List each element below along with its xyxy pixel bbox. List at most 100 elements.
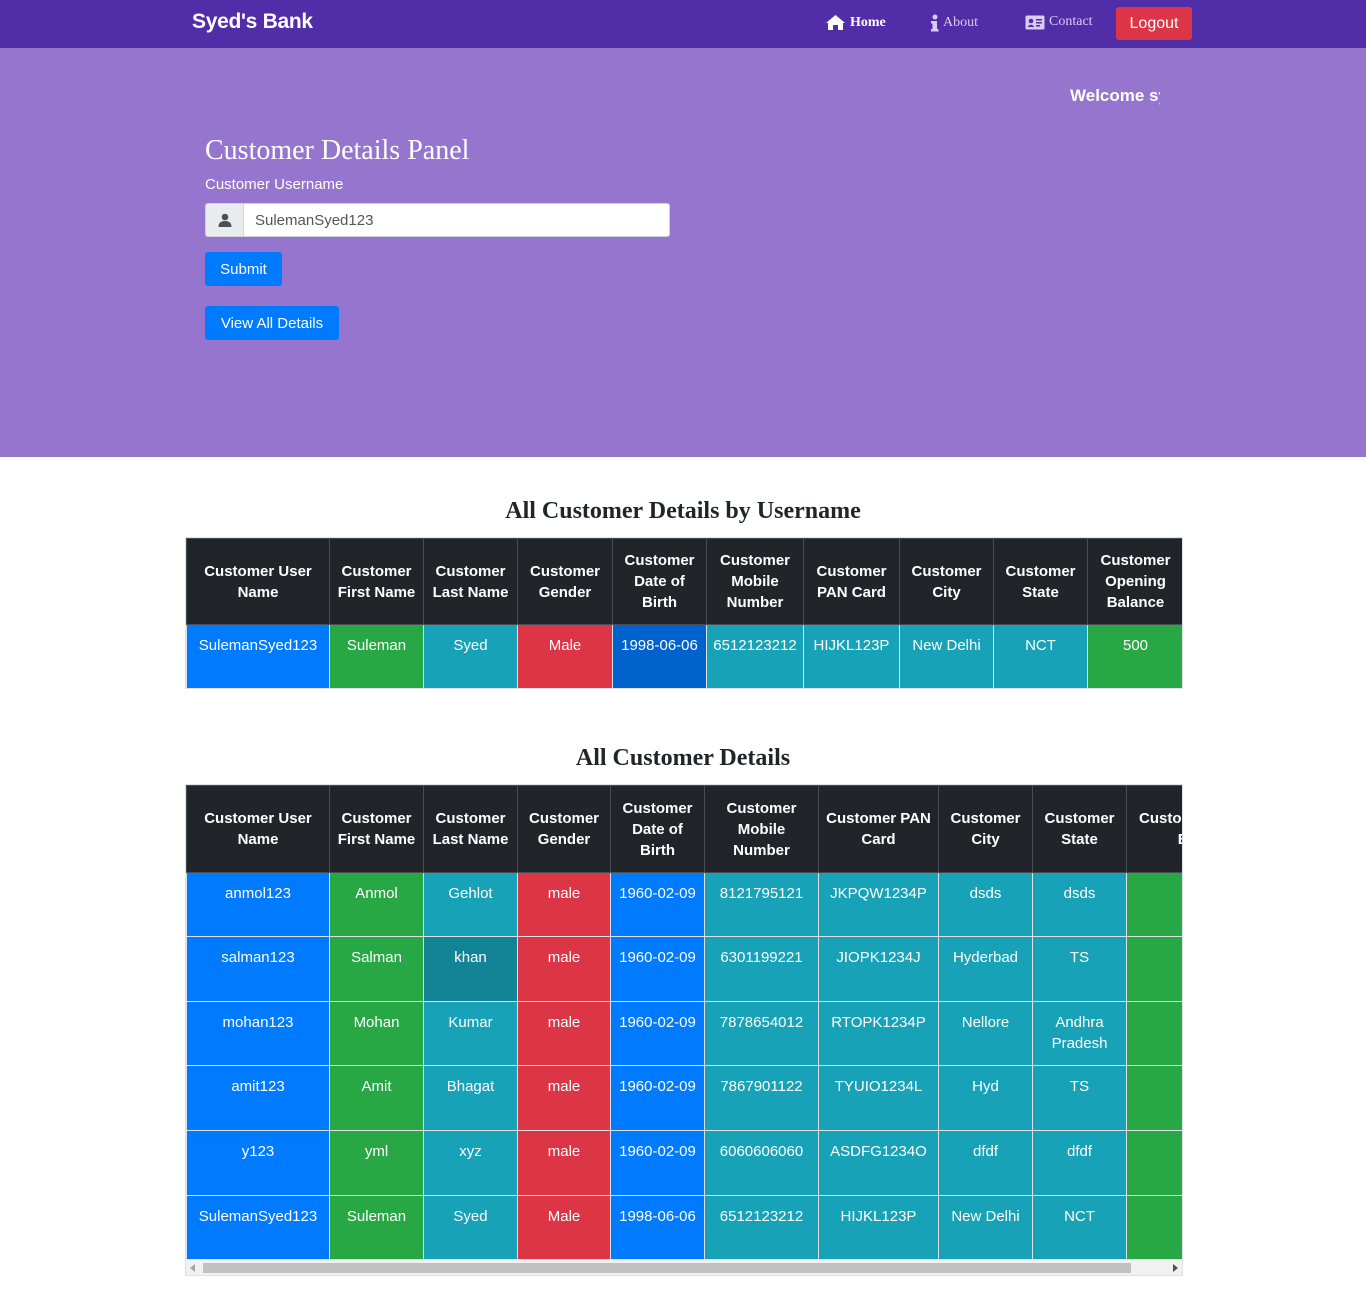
cell-state: TS [1032,936,1127,1002]
header-city: Customer City [899,538,994,625]
nav-contact[interactable]: Contact [1025,14,1093,30]
cell-username: amit123 [186,1065,330,1131]
scroll-left-arrow-icon[interactable] [190,1264,195,1272]
cell-first-name: yml [329,1130,424,1196]
header-username: Customer User Name [186,785,330,873]
scrollbar-thumb[interactable] [203,1263,1131,1273]
cell-city: Hyderbad [938,936,1033,1002]
cell-last-name: Bhagat [423,1065,518,1131]
header-last-name: Customer Last Name [423,785,518,873]
header-first-name: Customer First Name [329,785,424,873]
table-row[interactable]: y123 yml xyz male 1960-02-09 6060606060 ASDFG1… [186,1130,1182,1196]
header-mobile: Customer Mobile Number [704,785,819,873]
cell-username: anmol123 [186,872,330,937]
cell-dob: 1998-06-06 [610,1195,705,1260]
cell-last-name: Kumar [423,1001,518,1066]
logout-button[interactable]: Logout [1116,7,1192,40]
header-username: Customer User Name [186,538,330,625]
cell-last-name: xyz [423,1130,518,1196]
cell-mobile: 6512123212 [706,624,804,688]
cell-city: dsds [938,872,1033,937]
cell-first-name: Amit [329,1065,424,1131]
navbar: Syed's Bank Home About Contact Logout [0,0,1366,48]
nav-contact-label: Contact [1049,14,1093,29]
cell-mobile: 7867901122 [704,1065,819,1131]
info-icon [931,14,939,32]
cell-first-name: Salman [329,936,424,1002]
header-gender: Customer Gender [517,785,611,873]
nav-about[interactable]: About [930,14,978,32]
table-row[interactable]: mohan123 Mohan Kumar male 1960-02-09 78786540… [186,1001,1182,1066]
cell-city: New Delhi [899,624,994,688]
cell-first-name: Suleman [329,1195,424,1260]
cell-state: NCT [1032,1195,1127,1260]
cell-pan-card: ASDFG1234O [818,1130,939,1196]
view-all-details-button[interactable]: View All Details [205,306,339,340]
nav-about-label: About [943,15,978,30]
table-row[interactable]: salman123 Salman khan male 1960-02-09 6301199… [186,936,1182,1002]
table-row[interactable]: SulemanSyed123 Suleman Syed Male 1998-06-06 6… [186,1195,1182,1260]
cell-mobile: 6060606060 [704,1130,819,1196]
table-header-row: Customer User Name Customer First Name Cus… [186,538,1182,625]
contact-card-icon [1025,15,1045,29]
header-state: Customer State [993,538,1088,625]
submit-button[interactable]: Submit [205,252,282,286]
cell-first-name: Anmol [329,872,424,937]
welcome-text: Welcome syed [1070,86,1160,105]
header-opening-balance: Customer Opening Balance [1087,538,1182,625]
header-state: Customer State [1032,785,1127,873]
cell-first-name: Suleman [329,624,424,688]
cell-pan-card: RTOPK1234P [818,1001,939,1066]
cell-username: mohan123 [186,1001,330,1066]
cell-dob: 1960-02-09 [610,1130,705,1196]
header-dob: Customer Date of Birth [610,785,705,873]
nav-home-label: Home [850,14,886,30]
cell-state: Andhra Pradesh [1032,1001,1127,1066]
customer-panel: Welcome syed Customer Details Panel Cust… [0,48,1366,457]
cell-dob: 1960-02-09 [610,936,705,1002]
nav-home[interactable]: Home [825,14,886,31]
cell-opening-balance: 500 [1126,1001,1182,1066]
table-row[interactable]: anmol123 Anmol Gehlot male 1960-02-09 8121795… [186,872,1182,937]
username-input-group: SulemanSyed123 [205,203,670,237]
header-last-name: Customer Last Name [423,538,518,625]
header-gender: Customer Gender [517,538,613,625]
welcome-marquee: Welcome syed [1040,86,1160,108]
customer-by-username-table: Customer User Name Customer First Name Cus… [186,538,1182,688]
cell-gender: male [517,872,611,937]
header-city: Customer City [938,785,1033,873]
cell-city: Hyd [938,1065,1033,1131]
table-row[interactable]: amit123 Amit Bhagat male 1960-02-09 786790112… [186,1065,1182,1131]
cell-state: TS [1032,1065,1127,1131]
cell-gender: male [517,1130,611,1196]
cell-mobile: 7878654012 [704,1001,819,1066]
cell-username: y123 [186,1130,330,1196]
username-input[interactable]: SulemanSyed123 [243,203,670,237]
cell-pan-card: HIJKL123P [803,624,900,688]
cell-mobile: 6512123212 [704,1195,819,1260]
header-opening-balance: Customer Opening Balance [1126,785,1182,873]
cell-username: SulemanSyed123 [186,1195,330,1260]
panel-title: Customer Details Panel [205,135,470,166]
cell-opening-balance: 500 [1126,1130,1182,1196]
table-row[interactable]: SulemanSyed123 Suleman Syed Male 1998-06-06 6… [186,624,1182,688]
cell-dob: 1998-06-06 [612,624,707,688]
cell-gender: male [517,1001,611,1066]
horizontal-scrollbar[interactable] [185,1259,1183,1276]
header-first-name: Customer First Name [329,538,424,625]
cell-opening-balance: 500 [1126,1065,1182,1131]
cell-gender: Male [517,624,613,688]
home-icon [826,15,845,30]
cell-dob: 1960-02-09 [610,1065,705,1131]
brand-logo[interactable]: Syed's Bank [192,10,313,34]
cell-gender: male [517,1065,611,1131]
cell-mobile: 6301199221 [704,936,819,1002]
scroll-right-arrow-icon[interactable] [1173,1264,1178,1272]
cell-first-name: Mohan [329,1001,424,1066]
header-pan-card: Customer PAN Card [818,785,939,873]
cell-last-name: khan [423,936,518,1002]
cell-pan-card: TYUIO1234L [818,1065,939,1131]
cell-dob: 1960-02-09 [610,872,705,937]
cell-city: Nellore [938,1001,1033,1066]
cell-username: salman123 [186,936,330,1002]
